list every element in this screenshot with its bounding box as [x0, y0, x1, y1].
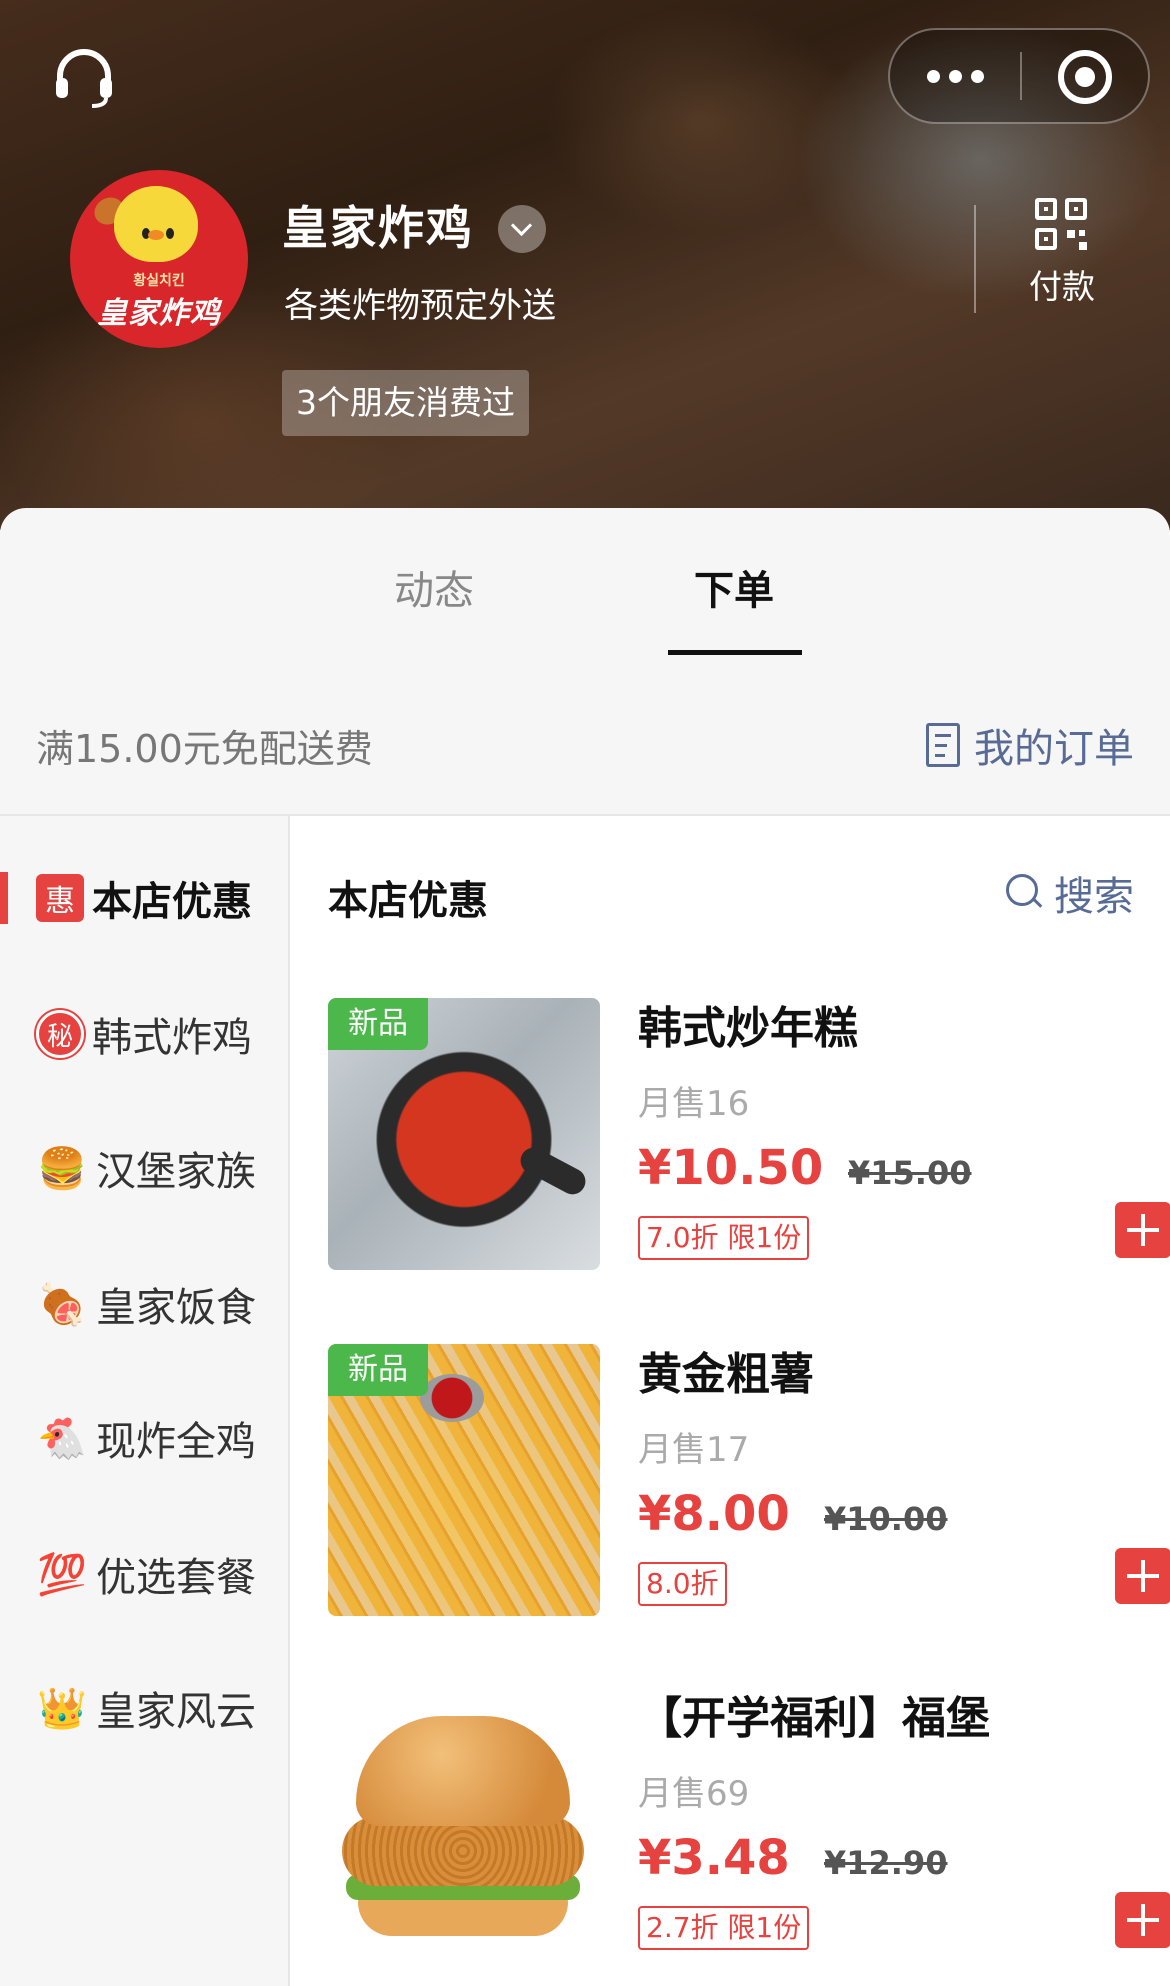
- discount-tag: 2.7折 限1份: [638, 1906, 810, 1950]
- product-image[interactable]: 新品: [328, 998, 600, 1270]
- sidebar-item-label: 汉堡家族: [96, 1149, 256, 1195]
- add-to-cart-button[interactable]: [1115, 1202, 1170, 1258]
- customer-service-icon[interactable]: [52, 48, 116, 108]
- pay-label: 付款: [1029, 267, 1095, 306]
- more-menu-button[interactable]: [890, 30, 1020, 122]
- crown-icon: 👑: [37, 1685, 87, 1732]
- burger-icon: 🍔: [37, 1145, 87, 1192]
- friends-badge[interactable]: 3个朋友消费过: [282, 370, 529, 436]
- product-name: 黄金粗薯: [638, 1349, 814, 1400]
- sidebar-item-meals[interactable]: 🍖 皇家饭食: [0, 1256, 288, 1352]
- sidebar-item-label: 皇家饭食: [96, 1285, 256, 1331]
- search-label: 搜索: [1054, 874, 1134, 920]
- monthly-sales: 月售69: [638, 1774, 750, 1814]
- sidebar-item-combos[interactable]: 💯 优选套餐: [0, 1526, 288, 1622]
- logo-text-chinese: 皇家炸鸡: [97, 296, 221, 331]
- logo-text-korean: 황실치킨: [133, 273, 185, 289]
- product-card[interactable]: 新品 韩式炒年糕 月售16 ¥10.50 ¥15.00 7.0折 限1份: [328, 998, 1170, 1270]
- qr-code-icon: [1035, 198, 1089, 252]
- section-title: 本店优惠: [328, 878, 488, 924]
- chicken-icon: 🐔: [37, 1415, 87, 1462]
- my-orders-label: 我的订单: [974, 726, 1134, 772]
- sidebar-item-label: 现炸全鸡: [96, 1419, 256, 1465]
- sidebar-item-whole-chicken[interactable]: 🐔 现炸全鸡: [0, 1390, 288, 1486]
- product-image[interactable]: [328, 1688, 600, 1960]
- capsule-divider: [1020, 52, 1022, 100]
- tab-xiadan[interactable]: 下单: [694, 558, 774, 616]
- search-icon: [1006, 874, 1044, 912]
- new-badge: 新品: [328, 998, 428, 1050]
- product-list: 本店优惠 搜索 新品 韩式炒年糕 月售16 ¥10.50 ¥15.00 7.0折…: [290, 816, 1170, 1986]
- sidebar-item-label: 韩式炸鸡: [92, 1015, 252, 1061]
- product-price: ¥8.00: [638, 1486, 790, 1542]
- product-name: 【开学福利】福堡: [638, 1693, 990, 1744]
- new-badge: 新品: [328, 1344, 428, 1396]
- sidebar-item-label: 优选套餐: [96, 1555, 256, 1601]
- add-to-cart-button[interactable]: [1115, 1548, 1170, 1604]
- sidebar-item-burgers[interactable]: 🍔 汉堡家族: [0, 1120, 288, 1216]
- chevron-down-icon[interactable]: [498, 205, 546, 253]
- my-orders-link[interactable]: 我的订单: [926, 716, 1134, 774]
- hundred-points-icon: 💯: [37, 1551, 87, 1598]
- secret-badge-icon: 秘: [36, 1010, 84, 1058]
- original-price: ¥15.00: [848, 1154, 972, 1192]
- sidebar-item-label: 本店优惠: [92, 879, 252, 925]
- shop-name[interactable]: 皇家炸鸡: [282, 192, 474, 258]
- sidebar-item-label: 皇家风云: [96, 1689, 256, 1735]
- more-dots-icon: [926, 69, 940, 83]
- product-price: ¥10.50: [638, 1140, 824, 1196]
- add-to-cart-button[interactable]: [1115, 1892, 1170, 1948]
- search-button[interactable]: 搜索: [1006, 864, 1134, 922]
- original-price: ¥12.90: [824, 1844, 948, 1882]
- product-image[interactable]: 新品: [328, 1344, 600, 1616]
- discount-tag: 8.0折: [638, 1562, 727, 1606]
- miniprogram-capsule: [888, 28, 1150, 124]
- tab-dongtai[interactable]: 动态: [394, 558, 474, 616]
- order-panel: 动态 下单 满15.00元免配送费 我的订单 惠 本店优惠 秘 韩式炸鸡 🍔 汉…: [0, 508, 1170, 1986]
- close-miniprogram-icon[interactable]: [1058, 50, 1112, 104]
- discount-badge-icon: 惠: [36, 874, 84, 922]
- original-price: ¥10.00: [824, 1500, 948, 1538]
- shop-description: 各类炸物预定外送: [284, 286, 556, 326]
- category-sidebar: 惠 本店优惠 秘 韩式炸鸡 🍔 汉堡家族 🍖 皇家饭食 🐔 现炸全鸡 💯 优选套…: [0, 816, 290, 1986]
- discount-tag: 7.0折 限1份: [638, 1216, 810, 1260]
- product-card[interactable]: 新品 黄金粗薯 月售17 ¥8.00 ¥10.00 8.0折: [328, 1344, 1170, 1616]
- monthly-sales: 月售17: [638, 1430, 750, 1470]
- product-card[interactable]: 【开学福利】福堡 月售69 ¥3.48 ¥12.90 2.7折 限1份: [328, 1688, 1170, 1960]
- meat-on-bone-icon: 🍖: [37, 1281, 87, 1328]
- sidebar-item-korean-chicken[interactable]: 秘 韩式炸鸡: [0, 986, 288, 1082]
- pay-button[interactable]: 付款: [1014, 198, 1110, 308]
- header-divider: [974, 205, 976, 313]
- sidebar-item-store-offers[interactable]: 惠 本店优惠: [0, 850, 288, 946]
- sidebar-item-royal[interactable]: 👑 皇家风云: [0, 1660, 288, 1756]
- product-price: ¥3.48: [638, 1830, 790, 1886]
- active-tab-indicator: [668, 650, 802, 655]
- monthly-sales: 月售16: [638, 1084, 750, 1124]
- delivery-fee-notice: 满15.00元免配送费: [36, 727, 373, 771]
- order-list-icon: [926, 723, 960, 767]
- shop-header: 황실치킨 皇家炸鸡 皇家炸鸡 各类炸物预定外送 3个朋友消费过 付款: [0, 0, 1170, 530]
- shop-logo: 황실치킨 皇家炸鸡: [70, 170, 248, 348]
- product-name: 韩式炒年糕: [638, 1003, 858, 1054]
